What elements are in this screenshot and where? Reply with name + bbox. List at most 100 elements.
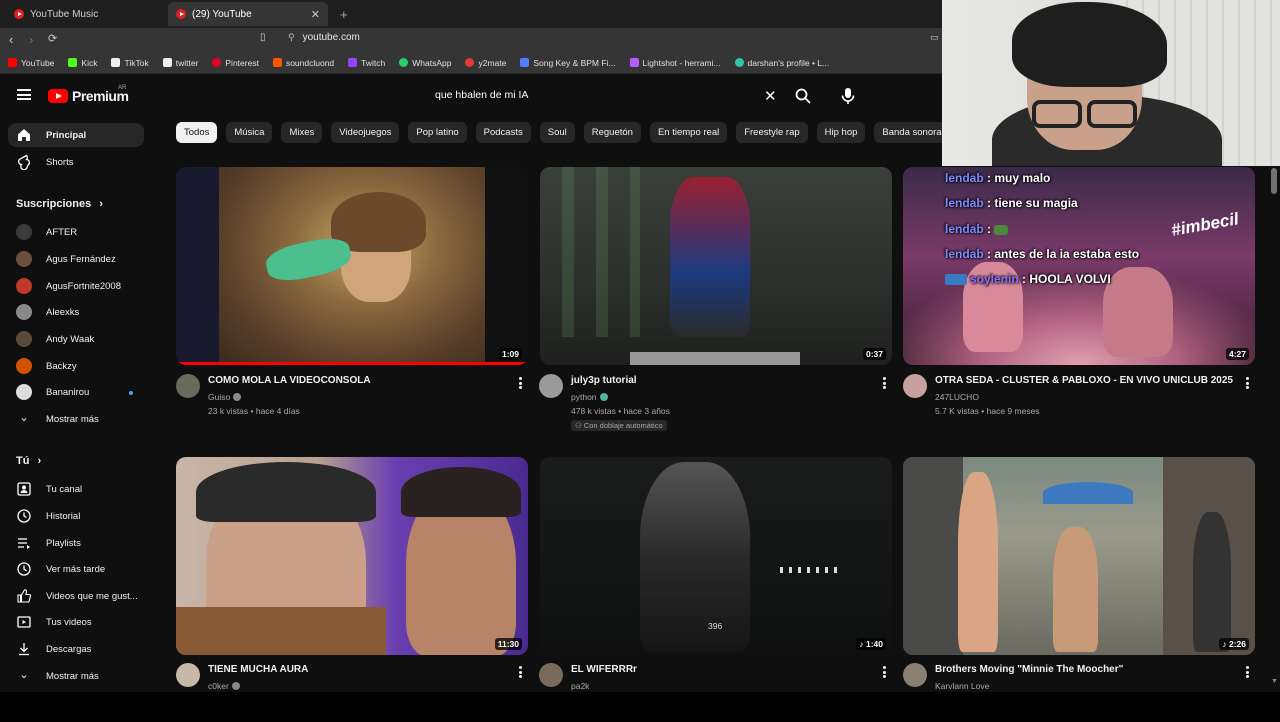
video-thumbnail-6[interactable]: ♪ 2:26 (903, 457, 1255, 655)
video-overlay-text: 396 (708, 621, 723, 631)
bookmark-youtube[interactable]: YouTube (8, 58, 54, 68)
chip-en-tiempo-real[interactable]: En tiempo real (649, 122, 728, 143)
tab-youtube[interactable]: (29) YouTube ✕ (168, 2, 328, 26)
profile-icon (734, 58, 744, 67)
sidebar-sub-aleexks[interactable]: Aleexks (16, 303, 79, 321)
bookmark-twitch[interactable]: Twitch (348, 58, 385, 68)
chip-videojuegos[interactable]: Videojuegos (331, 122, 400, 143)
sidebar-sub-backzy[interactable]: Backzy (16, 357, 77, 375)
tab-youtube-music[interactable]: YouTube Music (6, 2, 166, 26)
bookmark-darshan[interactable]: darshan's profile • L... (734, 58, 829, 68)
bookmark-whatsapp[interactable]: WhatsApp (399, 58, 451, 68)
microphone-icon[interactable] (838, 85, 858, 107)
bookmark-icon[interactable]: ▯ (260, 32, 266, 43)
video-title[interactable]: july3p tutorial (571, 375, 637, 386)
chip-pop-latino[interactable]: Pop latino (408, 122, 467, 143)
sidebar-item-playlists[interactable]: Playlists (16, 534, 81, 552)
bookmark-twitter[interactable]: twitter (162, 58, 198, 68)
sidebar-item-shorts[interactable]: Shorts (16, 153, 73, 171)
channel-avatar[interactable] (903, 374, 927, 398)
chip-todos[interactable]: Todos (176, 122, 218, 143)
more-options-icon[interactable] (1246, 666, 1249, 678)
page-scrollbar[interactable] (1271, 168, 1277, 194)
chip-hip-hop[interactable]: Hip hop (816, 122, 866, 143)
more-options-icon[interactable] (883, 666, 886, 678)
video-thumbnail-5[interactable]: 396 ♪ 1:40 (540, 457, 892, 655)
search-icon[interactable] (794, 87, 812, 105)
chevron-right-icon: › (99, 198, 103, 210)
sidebar-show-more-2[interactable]: ⌄ Mostrar más (16, 667, 98, 685)
video-thumbnail-1[interactable]: 1:09 (176, 167, 528, 365)
chip-freestyle-rap[interactable]: Freestyle rap (736, 122, 808, 143)
sidebar-sub-after[interactable]: AFTER (16, 223, 77, 241)
cast-icon[interactable]: ▭ (930, 32, 939, 43)
sidebar-item-tus-videos[interactable]: Tus videos (16, 613, 92, 631)
video-title[interactable]: COMO MOLA LA VIDEOCONSOLA (208, 375, 371, 386)
new-tab-button[interactable]: + (332, 2, 356, 26)
video-title[interactable]: Brothers Moving "Minnie The Moocher" (935, 664, 1123, 675)
scroll-down-icon[interactable]: ▼ (1271, 678, 1278, 685)
clear-search-icon[interactable]: ✕ (764, 87, 777, 105)
sidebar-sub-bananirou[interactable]: Bananirou (16, 383, 89, 401)
reload-icon[interactable]: ⟳ (48, 32, 57, 45)
site-info-icon[interactable]: ⚲ (288, 32, 295, 43)
channel-avatar[interactable] (903, 663, 927, 687)
chip-regueton[interactable]: Reguetón (583, 122, 641, 143)
browser-toolbar: ‹ › ⟳ ▯ ⚲ youtube.com ▭ (0, 28, 942, 52)
video-channel[interactable]: Karvlann Love (935, 681, 989, 691)
menu-icon[interactable] (17, 89, 31, 100)
avatar (16, 384, 32, 400)
chip-soul[interactable]: Soul (539, 122, 575, 143)
bookmark-tiktok[interactable]: TikTok (111, 58, 149, 68)
chip-banda-sonora[interactable]: Banda sonora (874, 122, 950, 143)
bookmark-y2mate[interactable]: y2mate (465, 58, 506, 68)
back-icon[interactable]: ‹ (9, 32, 13, 47)
sidebar-show-more[interactable]: ⌄ Mostrar más (16, 410, 98, 428)
channel-avatar[interactable] (539, 663, 563, 687)
chip-musica[interactable]: Música (226, 122, 273, 143)
forward-icon[interactable]: › (29, 32, 33, 47)
bookmark-pinterest[interactable]: Pinterest (212, 58, 259, 68)
video-channel[interactable]: c0ker (208, 681, 240, 691)
address-bar[interactable]: ⚲ youtube.com (288, 32, 360, 43)
y2mate-icon (465, 58, 475, 67)
subscriptions-heading[interactable]: Suscripciones › (16, 198, 103, 210)
video-title[interactable]: EL WIFERRRr (571, 664, 637, 675)
video-title[interactable]: OTRA SEDA - CLUSTER & PABLOXO - EN VIVO … (935, 375, 1233, 386)
sidebar-item-videos-que-me-gustan[interactable]: Videos que me gust... (16, 587, 138, 605)
youtube-premium-logo[interactable]: Premium (48, 88, 129, 104)
channel-avatar[interactable] (176, 374, 200, 398)
bookmark-song-key[interactable]: Song Key & BPM Fi... (520, 58, 616, 68)
more-options-icon[interactable] (519, 666, 522, 678)
sidebar-item-ver-mas-tarde[interactable]: Ver más tarde (16, 560, 105, 578)
video-channel[interactable]: Guiso (208, 392, 242, 402)
channel-avatar[interactable] (176, 663, 200, 687)
sidebar-item-historial[interactable]: Historial (16, 507, 80, 525)
sidebar-sub-andy-waak[interactable]: Andy Waak (16, 330, 94, 348)
more-options-icon[interactable] (883, 377, 886, 389)
bookmark-soundcloud[interactable]: soundcluond (272, 58, 334, 68)
bookmark-kick[interactable]: Kick (68, 58, 97, 68)
video-thumbnail-2[interactable]: 0:37 (540, 167, 892, 365)
you-heading[interactable]: Tú › (16, 455, 41, 467)
close-tab-icon[interactable]: ✕ (311, 8, 320, 21)
more-options-icon[interactable] (519, 377, 522, 389)
sidebar-sub-agus-fernandez[interactable]: Agus Fernández (16, 250, 116, 268)
sidebar-sub-agusfortnite2008[interactable]: AgusFortnite2008 (16, 277, 121, 295)
avatar (16, 358, 32, 374)
sidebar-item-principal[interactable]: Principal (8, 123, 144, 147)
video-channel[interactable]: 247LUCHO (935, 392, 979, 402)
video-title[interactable]: TIENE MUCHA AURA (208, 664, 308, 675)
chip-mixes[interactable]: Mixes (281, 122, 323, 143)
video-channel[interactable]: python (571, 392, 608, 402)
channel-avatar[interactable] (539, 374, 563, 398)
sidebar-item-tu-canal[interactable]: Tu canal (16, 480, 82, 498)
video-thumbnail-4[interactable]: 11:30 (176, 457, 528, 655)
more-options-icon[interactable] (1246, 377, 1249, 389)
avatar (16, 278, 32, 294)
video-channel[interactable]: pa2k (571, 681, 589, 691)
chip-podcasts[interactable]: Podcasts (475, 122, 531, 143)
sidebar-item-descargas[interactable]: Descargas (16, 640, 91, 658)
search-input[interactable]: que hbalen de mi IA ✕ (427, 82, 785, 108)
bookmark-lightshot[interactable]: Lightshot - herrami... (629, 58, 721, 68)
